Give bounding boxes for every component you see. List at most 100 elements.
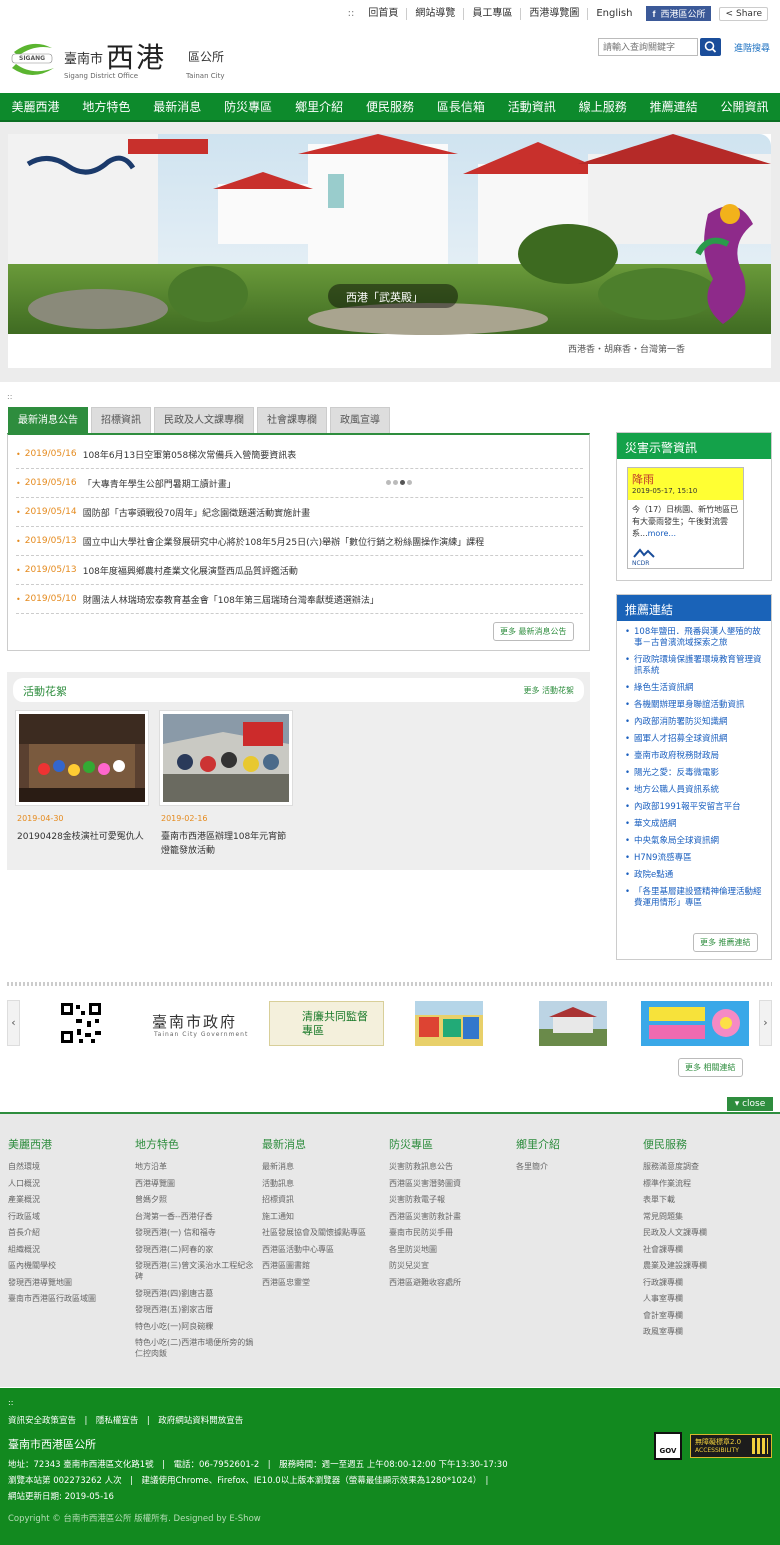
advanced-search-link[interactable]: 進階搜尋 — [734, 41, 770, 54]
footer-close-button[interactable]: ▾ close — [727, 1097, 773, 1111]
related-links-more-button[interactable]: 更多 相關連結 — [678, 1058, 743, 1077]
carousel-item-photo-1[interactable] — [415, 1001, 483, 1046]
gov-badge[interactable]: GOV — [654, 1432, 682, 1460]
footer-link[interactable]: 曾媽夕照 — [135, 1194, 255, 1205]
footer-link[interactable]: 臺南市民防災手冊 — [389, 1227, 509, 1238]
site-logo[interactable]: SIGANG 臺南市 西港 區公所 Sigang District Office… — [8, 34, 228, 84]
activity-more-link[interactable]: 更多 活動花絮 — [523, 685, 574, 696]
news-item[interactable]: • 2019/05/16 108年6月13日空軍第058梯次常備兵入營簡要資訊表 — [16, 440, 583, 469]
alert-card[interactable]: 降雨 2019-05-17, 15:10 今（17）日桃園、新竹地區已有大豪雨發… — [627, 467, 744, 569]
link-item[interactable]: 內政部消防署防災知識網 — [625, 717, 767, 728]
news-title[interactable]: 108年6月13日空軍第058梯次常備兵入營簡要資訊表 — [83, 448, 297, 461]
footer-link[interactable]: 各里防災地圖 — [389, 1244, 509, 1255]
footer-link[interactable]: 發現西港(二)阿春的家 — [135, 1244, 255, 1255]
footer-link[interactable]: 發現西港(五)劉家古厝 — [135, 1304, 255, 1315]
news-title[interactable]: 國防部「古寧頭戰役70周年」紀念園徵題選活動實施計畫 — [83, 506, 310, 519]
activity-photo[interactable] — [15, 710, 149, 806]
link-item[interactable]: 各機關辦理單身聯誼活動資訊 — [625, 700, 767, 711]
footer-link[interactable]: 活動訊息 — [262, 1178, 382, 1189]
footer-link[interactable]: 最新消息 — [262, 1161, 382, 1172]
tab-social[interactable]: 社會課專欄 — [257, 407, 327, 433]
footer-link[interactable]: 特色小吃(二)西港市場便所旁的鍋仁控肉飯 — [135, 1337, 255, 1359]
news-item[interactable]: • 2019/05/13 國立中山大學社會企業發展研究中心將於108年5月25日(六… — [16, 527, 583, 556]
share-button[interactable]: < Share — [719, 6, 768, 21]
footer-link[interactable]: 行政區域 — [8, 1211, 128, 1222]
top-link-english[interactable]: English — [588, 8, 640, 20]
link-item[interactable]: 政院e點通 — [625, 870, 767, 881]
footer-link[interactable]: 西港區忠靈堂 — [262, 1277, 382, 1288]
footer-link[interactable]: 首長介紹 — [8, 1227, 128, 1238]
footer-link[interactable]: 西港區活動中心專區 — [262, 1244, 382, 1255]
link-item[interactable]: 中央氣象局全球資訊網 — [625, 836, 767, 847]
news-title[interactable]: 國立中山大學社會企業發展研究中心將於108年5月25日(六)舉辦「數位行銷之粉絲… — [83, 535, 484, 548]
footer-link[interactable]: 服務滿意度調查 — [643, 1161, 763, 1172]
footer-link[interactable]: 發現西港(三)曾文溪治水工程紀念碑 — [135, 1260, 255, 1282]
footer-link[interactable]: 社會課專欄 — [643, 1244, 763, 1255]
footer-link[interactable]: 民政及人文課專欄 — [643, 1227, 763, 1238]
footer-link[interactable]: 人口概況 — [8, 1178, 128, 1189]
tab-latest-news[interactable]: 最新消息公告 — [8, 407, 88, 433]
facebook-button[interactable]: f 西港區公所 — [646, 6, 712, 21]
link-item[interactable]: 「各里基層建設暨精神倫理活動經費運用情形」專區 — [625, 887, 767, 909]
tab-civil-affairs[interactable]: 民政及人文課專欄 — [154, 407, 254, 433]
footer-link[interactable]: 招標資訊 — [262, 1194, 382, 1205]
link-item[interactable]: 國軍人才招募全球資訊網 — [625, 734, 767, 745]
footer-link[interactable]: 西港區避難收容處所 — [389, 1277, 509, 1288]
footer-link[interactable]: 行政課專欄 — [643, 1277, 763, 1288]
news-item[interactable]: • 2019/05/13 108年度福興鄉農村產業文化展演暨西瓜品質評鑑活動 — [16, 556, 583, 585]
search-button[interactable] — [700, 38, 721, 56]
footer-link[interactable]: 組織概況 — [8, 1244, 128, 1255]
footer-link[interactable]: 西港導覽圖 — [135, 1178, 255, 1189]
top-link-sitemap[interactable]: 網站導覽 — [407, 7, 465, 20]
tab-ethics[interactable]: 政風宣導 — [330, 407, 390, 433]
link-item[interactable]: 綠色生活資訊網 — [625, 683, 767, 694]
nav-item-online[interactable]: 線上服務 — [579, 98, 627, 115]
tab-tenders[interactable]: 招標資訊 — [91, 407, 151, 433]
nav-item-villages[interactable]: 鄉里介紹 — [295, 98, 343, 115]
link-item[interactable]: 內政部1991報平安留言平台 — [625, 802, 767, 813]
footer-link[interactable]: 臺南市西港區行政區域圖 — [8, 1293, 128, 1304]
link-item[interactable]: 臺南市政府稅務財政局 — [625, 751, 767, 762]
nav-item-local-features[interactable]: 地方特色 — [82, 98, 130, 115]
accessibility-badge[interactable]: 無障礙標章2.0 ACCESSIBILITY — [690, 1434, 772, 1458]
links-more-button[interactable]: 更多 推薦連結 — [693, 933, 758, 952]
footer-link[interactable]: 常見問題集 — [643, 1211, 763, 1222]
link-item[interactable]: 行政院環境保護署環境教育管理資訊系統 — [625, 655, 767, 677]
footer-link[interactable]: 西港區災害防救計畫 — [389, 1211, 509, 1222]
link-item[interactable]: 華文成語網 — [625, 819, 767, 830]
footer-link[interactable]: 災害防救訊息公告 — [389, 1161, 509, 1172]
carousel-item-photo-2[interactable] — [539, 1001, 607, 1046]
footer-col-head[interactable]: 鄉里介紹 — [516, 1136, 636, 1152]
footer-col-head[interactable]: 地方特色 — [135, 1136, 255, 1152]
footer-link[interactable]: 發現西港導覽地圖 — [8, 1277, 128, 1288]
nav-item-disaster[interactable]: 防災專區 — [224, 98, 272, 115]
footer-link[interactable]: 西港區災害潛勢圖資 — [389, 1178, 509, 1189]
nav-item-news[interactable]: 最新消息 — [153, 98, 201, 115]
link-item[interactable]: 地方公職人員資訊系統 — [625, 785, 767, 796]
footer-link[interactable]: 政風室專欄 — [643, 1326, 763, 1337]
top-link-home[interactable]: 回首頁 — [360, 7, 408, 20]
nav-item-open-info[interactable]: 公開資訊 — [721, 98, 769, 115]
top-link-staff[interactable]: 員工專區 — [464, 7, 522, 20]
footer-link[interactable]: 會計室專欄 — [643, 1310, 763, 1321]
carousel-item-banner[interactable] — [641, 1001, 749, 1046]
link-item[interactable]: 108年鹽田．飛番與漢人墾殖的故事－古曾濱流域探索之旅 — [625, 627, 767, 649]
footer-link[interactable]: 發現西港(四)劉唐古墓 — [135, 1288, 255, 1299]
footer-link[interactable]: 社區發展協會及關懷據點專區 — [262, 1227, 382, 1238]
nav-item-services[interactable]: 便民服務 — [366, 98, 414, 115]
news-item[interactable]: • 2019/05/14 國防部「古寧頭戰役70周年」紀念園徵題選活動實施計畫 — [16, 498, 583, 527]
carousel-next-button[interactable]: › — [759, 1000, 772, 1046]
footer-link[interactable]: 人事室專欄 — [643, 1293, 763, 1304]
nav-item-mailbox[interactable]: 區長信箱 — [437, 98, 485, 115]
top-link-map[interactable]: 西港導覽圖 — [521, 7, 589, 20]
carousel-prev-button[interactable]: ‹ — [7, 1000, 20, 1046]
news-title[interactable]: 財團法人林瑞琦宏泰教育基金會「108年第三屆瑞琦台灣奉獻獎遴選辦法」 — [83, 593, 379, 606]
search-input[interactable] — [598, 38, 698, 56]
footer-link[interactable]: 施工通知 — [262, 1211, 382, 1222]
nav-item-activities[interactable]: 活動資訊 — [508, 98, 556, 115]
footer-link[interactable]: 農業及建設課專欄 — [643, 1260, 763, 1271]
footer-link[interactable]: 標準作業流程 — [643, 1178, 763, 1189]
activity-caption[interactable]: 20190428金枝演社可愛冤仇人 — [17, 830, 151, 844]
news-more-button[interactable]: 更多 最新消息公告 — [493, 622, 574, 641]
footer-link[interactable]: 地方沿革 — [135, 1161, 255, 1172]
